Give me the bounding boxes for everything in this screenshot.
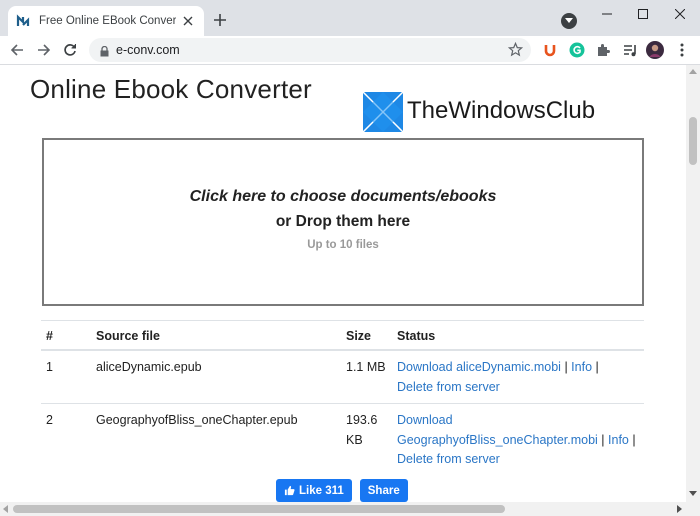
horizontal-scrollbar[interactable] [0, 502, 700, 516]
window-close-icon[interactable] [670, 4, 690, 24]
forward-arrow-icon[interactable] [34, 40, 54, 60]
address-bar[interactable]: e-conv.com [89, 38, 531, 62]
row-num: 1 [41, 349, 91, 404]
download-link[interactable]: Download aliceDynamic.mobi [397, 360, 561, 374]
scroll-up-arrow-icon[interactable] [689, 69, 697, 74]
page-title: Online Ebook Converter [30, 74, 312, 104]
puzzle-icon[interactable] [593, 40, 613, 60]
drop-files-label: or Drop them here [275, 212, 411, 230]
playlist-icon[interactable] [620, 40, 640, 60]
share-label: Share [367, 484, 400, 497]
row-status: Download aliceDynamic.mobi | Info | Delet… [392, 349, 644, 404]
row-size: 193.6 KB [341, 403, 392, 476]
u-extension-icon[interactable] [540, 40, 560, 60]
row-status: Download GeographyofBliss_oneChapter.mob… [392, 403, 644, 476]
row-source-file: GeographyofBliss_oneChapter.epub [91, 403, 341, 476]
minimize-icon[interactable] [597, 4, 617, 24]
reload-icon[interactable] [60, 40, 80, 60]
delete-link[interactable]: Delete from server [397, 452, 500, 466]
url-text[interactable]: e-conv.com [116, 43, 180, 57]
table-row: 2 GeographyofBliss_oneChapter.epub 193.6… [41, 403, 644, 476]
file-dropzone[interactable]: Click here to choose documents/ebooks or… [42, 138, 644, 306]
info-link[interactable]: Info [571, 360, 592, 374]
facebook-like-button[interactable]: Like 311 [276, 479, 352, 502]
tab-title: Free Online EBook Converter (MOBI [39, 15, 176, 27]
bookmark-star-icon[interactable] [507, 41, 524, 62]
row-num: 2 [41, 403, 91, 476]
browser-toolbar: e-conv.com [0, 36, 700, 65]
col-header-status: Status [392, 320, 644, 351]
files-table: # Source file Size Status 1 aliceDynamic… [41, 320, 644, 476]
row-source-file: aliceDynamic.epub [91, 349, 341, 404]
facebook-share-button[interactable]: Share [359, 479, 408, 502]
page-viewport: Online Ebook Converter TheWindowsClub Cl… [0, 65, 686, 502]
separator: | [560, 360, 572, 374]
info-link[interactable]: Info [608, 433, 629, 447]
tab-close-icon[interactable] [180, 13, 196, 29]
horizontal-scroll-thumb[interactable] [13, 505, 505, 513]
watermark-text: TheWindowsClub [407, 97, 596, 124]
download-link[interactable]: Download GeographyofBliss_oneChapter.mob… [397, 413, 598, 447]
col-header-source: Source file [91, 320, 341, 351]
table-row: 1 aliceDynamic.epub 1.1 MB Download alic… [41, 349, 644, 404]
col-header-size: Size [341, 320, 392, 351]
tab-strip: Free Online EBook Converter (MOBI [0, 0, 700, 36]
vertical-scroll-thumb[interactable] [689, 117, 697, 165]
lock-icon[interactable] [100, 44, 109, 62]
browser-tab[interactable]: Free Online EBook Converter (MOBI [8, 6, 204, 36]
separator: | [597, 432, 609, 447]
maximize-icon[interactable] [633, 4, 653, 24]
separator: | [592, 360, 599, 374]
like-label: Like 311 [299, 484, 344, 497]
scroll-down-arrow-icon[interactable] [689, 491, 697, 496]
scroll-right-arrow-icon[interactable] [677, 505, 682, 513]
watermark: TheWindowsClub [363, 92, 595, 132]
econv-favicon-icon [16, 14, 30, 28]
choose-files-label[interactable]: Click here to choose documents/ebooks [190, 188, 497, 206]
delete-link[interactable]: Delete from server [397, 380, 500, 394]
avatar[interactable] [645, 40, 665, 60]
tab-search-icon[interactable] [561, 13, 577, 29]
back-arrow-icon[interactable] [7, 40, 27, 60]
col-header-num: # [41, 320, 91, 351]
thumbs-up-icon [284, 485, 295, 496]
separator: | [628, 432, 636, 447]
chrome-menu-icon[interactable] [672, 40, 692, 60]
new-tab-icon[interactable] [210, 10, 230, 30]
file-limit-hint: Up to 10 files [307, 238, 379, 251]
windows-logo-icon [363, 92, 403, 132]
scroll-left-arrow-icon[interactable] [3, 505, 8, 513]
grammarly-icon[interactable] [567, 40, 587, 60]
table-header-row: # Source file Size Status [41, 320, 644, 351]
social-buttons: Like 311 Share [276, 479, 408, 502]
vertical-scrollbar[interactable] [686, 65, 700, 502]
row-size: 1.1 MB [341, 349, 392, 404]
